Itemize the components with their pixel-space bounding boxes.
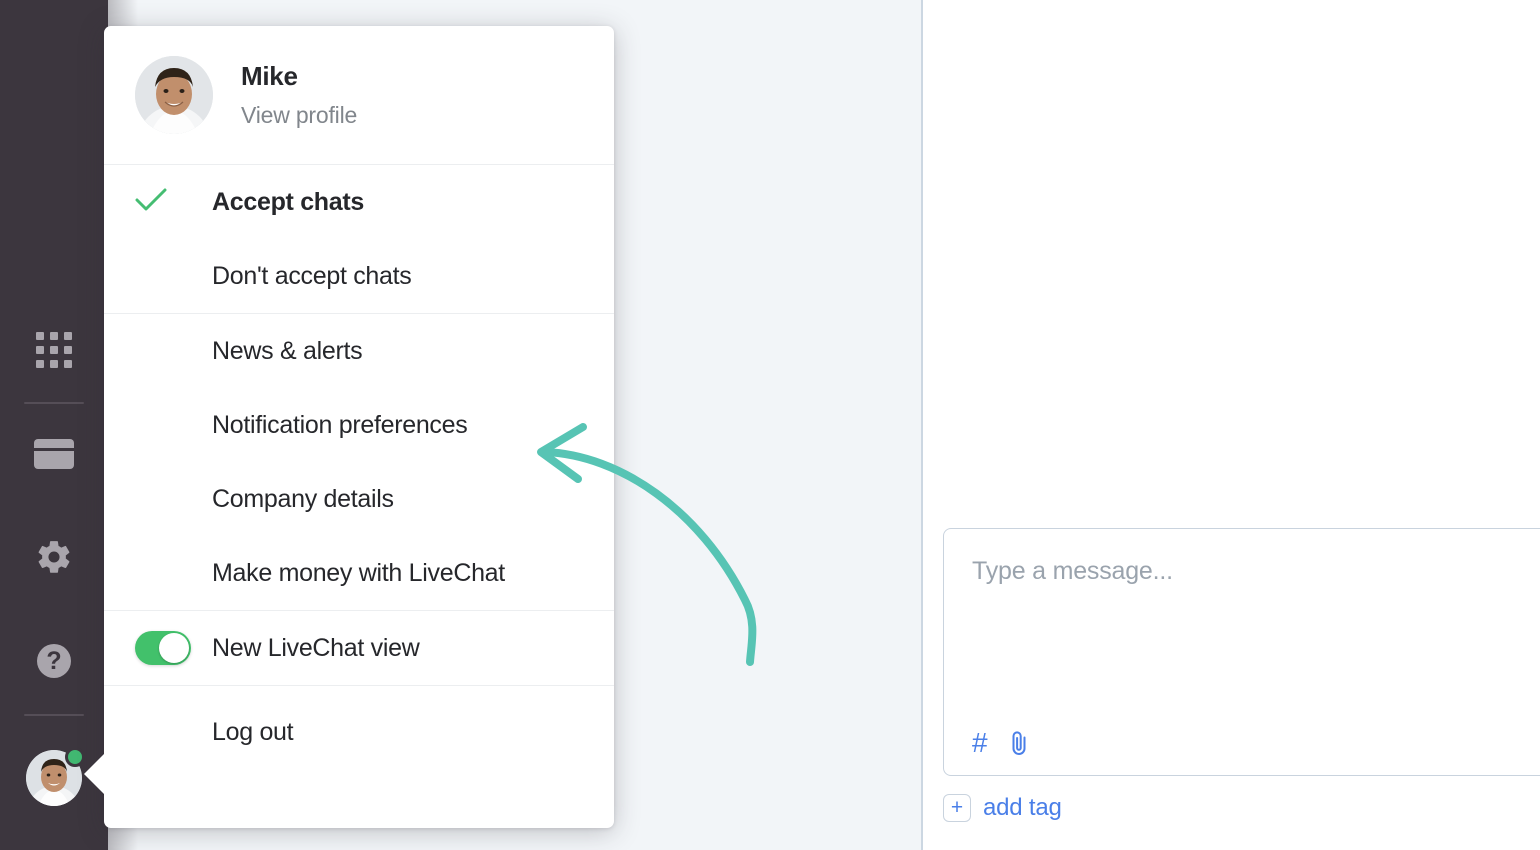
- composer-toolbar: #: [972, 729, 1030, 757]
- accept-chats-gutter: [135, 187, 212, 218]
- menu-item-notification-preferences[interactable]: Notification preferences: [104, 388, 614, 462]
- agent-menu-panel: Mike View profile Accept chats Don't acc…: [104, 26, 614, 828]
- sidebar-divider-top: [24, 402, 84, 404]
- menu-item-log-out[interactable]: Log out: [104, 686, 614, 778]
- online-status-badge: [65, 747, 85, 767]
- menu-group-session: Log out: [104, 686, 614, 778]
- sidebar-avatar-button[interactable]: [26, 747, 85, 806]
- menu-group-view-toggle: New LiveChat view: [104, 611, 614, 686]
- menu-item-label: Accept chats: [212, 187, 365, 216]
- panel-pointer-caret: [84, 752, 106, 796]
- profile-avatar: [135, 56, 213, 134]
- sidebar-item-settings[interactable]: [0, 540, 108, 578]
- message-input-placeholder[interactable]: Type a message...: [972, 557, 1173, 586]
- add-tag-label[interactable]: add tag: [983, 794, 1062, 822]
- menu-item-label: New LiveChat view: [212, 633, 420, 662]
- app-root: Type a message... # + add tag ? Mike Vie…: [0, 0, 1540, 850]
- menu-item-news-alerts[interactable]: News & alerts: [104, 314, 614, 388]
- add-tag-plus-icon[interactable]: +: [943, 794, 971, 822]
- add-tag-row[interactable]: + add tag: [943, 794, 1062, 822]
- new-view-toggle-gutter: [135, 631, 212, 665]
- question-mark-icon: ?: [37, 644, 71, 678]
- message-composer[interactable]: Type a message... #: [943, 528, 1540, 776]
- menu-item-accept-chats[interactable]: Accept chats: [104, 165, 614, 239]
- sidebar-divider-bottom: [24, 714, 84, 716]
- menu-group-status: Accept chats Don't accept chats: [104, 165, 614, 314]
- profile-name: Mike: [241, 61, 298, 91]
- chat-detail-column: Type a message... # + add tag: [923, 0, 1540, 850]
- menu-item-dont-accept-chats[interactable]: Don't accept chats: [104, 239, 614, 313]
- menu-item-label: Company details: [212, 484, 394, 513]
- menu-item-label: Make money with LiveChat: [212, 558, 505, 587]
- apps-grid-icon: [36, 332, 72, 368]
- toggle-knob: [159, 633, 189, 663]
- view-profile-link[interactable]: View profile: [241, 102, 357, 129]
- panel-profile-header[interactable]: Mike View profile: [104, 26, 614, 165]
- sidebar-item-help[interactable]: ?: [0, 644, 108, 678]
- menu-item-company-details[interactable]: Company details: [104, 462, 614, 536]
- menu-item-label: Don't accept chats: [212, 261, 412, 290]
- menu-item-label: Log out: [212, 717, 294, 746]
- canned-response-hash-icon[interactable]: #: [972, 729, 988, 757]
- gear-icon: [35, 538, 73, 581]
- menu-item-make-money-with-livechat[interactable]: Make money with LiveChat: [104, 536, 614, 610]
- main-sidebar: ?: [0, 0, 108, 850]
- sidebar-item-reports[interactable]: [0, 438, 108, 470]
- new-livechat-view-toggle[interactable]: [135, 631, 191, 665]
- menu-item-label: Notification preferences: [212, 410, 468, 439]
- sidebar-item-apps[interactable]: [0, 330, 108, 370]
- menu-item-new-livechat-view[interactable]: New LiveChat view: [104, 611, 614, 685]
- menu-group-settings: News & alerts Notification preferences C…: [104, 314, 614, 611]
- attachment-paperclip-icon[interactable]: [1008, 729, 1030, 757]
- profile-text: Mike View profile: [241, 61, 357, 129]
- menu-item-label: News & alerts: [212, 336, 363, 365]
- check-icon: [135, 187, 167, 218]
- reports-card-icon: [34, 439, 74, 469]
